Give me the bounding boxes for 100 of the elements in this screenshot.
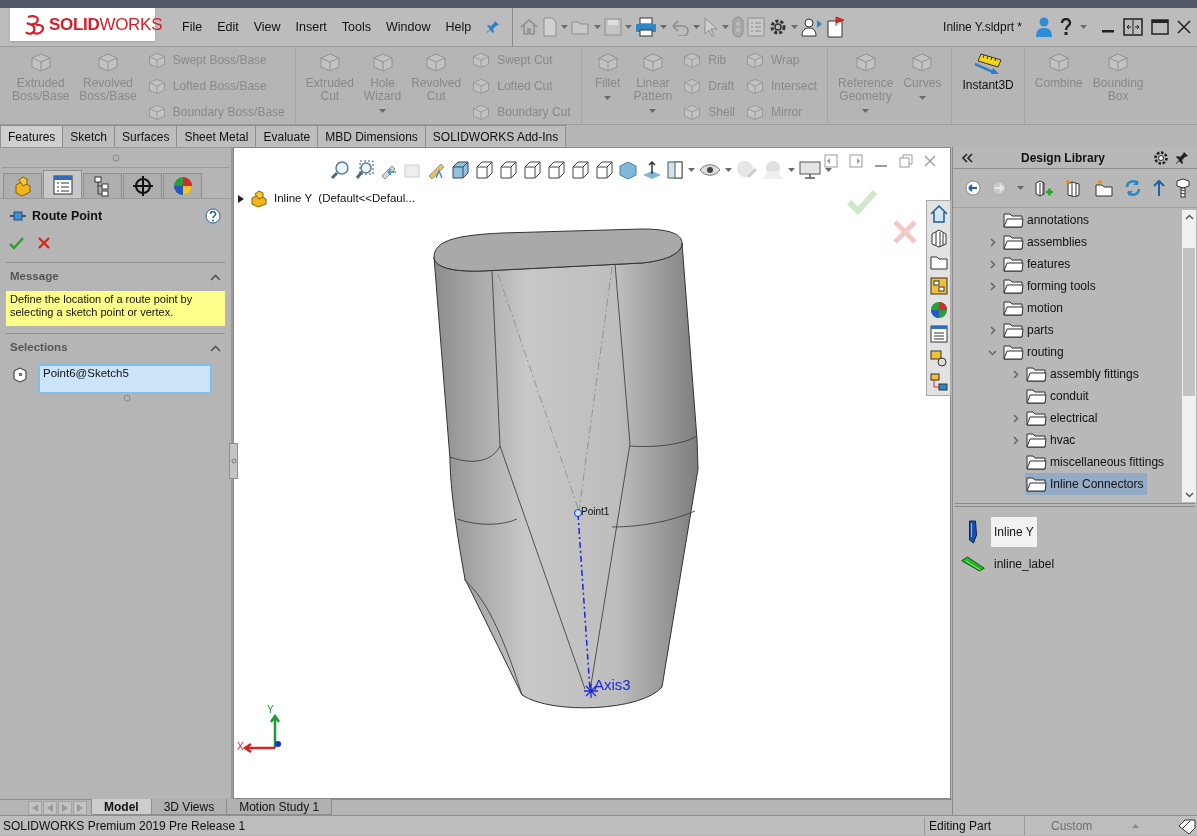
- pointer-icon[interactable]: [703, 17, 720, 37]
- scrollbar[interactable]: [1182, 210, 1196, 502]
- new-folder-icon[interactable]: [1094, 179, 1114, 197]
- folder-item[interactable]: motion: [1002, 297, 1068, 319]
- scrollbar-thumb[interactable]: [1183, 248, 1195, 396]
- menu-item[interactable]: Tools: [340, 17, 373, 37]
- tab[interactable]: Motion Study 1: [226, 799, 333, 815]
- tab[interactable]: 3D Views: [150, 799, 228, 815]
- dropdown-caret-icon[interactable]: [825, 168, 832, 172]
- help-icon[interactable]: [205, 208, 221, 224]
- chevron-up-icon[interactable]: [1184, 214, 1194, 220]
- monitor-icon[interactable]: [799, 160, 821, 180]
- cube-icon[interactable]: [594, 160, 614, 180]
- panel-tab[interactable]: [123, 173, 162, 198]
- dropdown-caret-icon[interactable]: [1017, 186, 1024, 190]
- home-icon[interactable]: [519, 17, 540, 37]
- chevron-icon[interactable]: [988, 281, 997, 291]
- chevron-icon[interactable]: [988, 347, 997, 357]
- folder-item[interactable]: forming tools: [1002, 275, 1100, 297]
- house-icon[interactable]: [928, 204, 949, 224]
- eye-icon[interactable]: [699, 163, 721, 177]
- folder-item[interactable]: conduit: [1025, 385, 1093, 407]
- tab[interactable]: SOLIDWORKS Add-Ins: [424, 125, 567, 147]
- zoom-fit-icon[interactable]: [330, 160, 350, 180]
- folder-item[interactable]: Inline Connectors: [1025, 473, 1148, 495]
- folder-item[interactable]: assemblies: [1002, 231, 1092, 253]
- checkmark-icon[interactable]: [9, 236, 24, 250]
- tab[interactable]: Evaluate: [255, 125, 319, 147]
- menu-item[interactable]: Help: [444, 17, 473, 37]
- cube-icon[interactable]: [522, 160, 542, 180]
- add-to-library-icon[interactable]: [1034, 179, 1054, 197]
- tag-icon[interactable]: [1177, 817, 1197, 834]
- folder-item[interactable]: hvac: [1025, 429, 1080, 451]
- menu-item[interactable]: View: [252, 17, 282, 37]
- dropdown-caret-icon[interactable]: [625, 25, 633, 29]
- tab[interactable]: Sketch: [62, 125, 116, 147]
- chevron-icon[interactable]: [210, 344, 221, 352]
- cube-icon[interactable]: [474, 160, 494, 180]
- grip-icon[interactable]: [230, 458, 237, 464]
- tab[interactable]: Features: [0, 125, 64, 147]
- gears-icon[interactable]: [928, 348, 949, 368]
- chevron-down-icon[interactable]: [1184, 492, 1194, 498]
- tile-right-icon[interactable]: [849, 154, 863, 168]
- grip-icon[interactable]: [111, 153, 120, 162]
- user-arrow-icon[interactable]: [801, 16, 824, 38]
- maximize-icon[interactable]: [1151, 19, 1169, 35]
- up-arrow-icon[interactable]: [1152, 179, 1166, 197]
- new-document-icon[interactable]: [542, 17, 559, 37]
- close-icon[interactable]: [1177, 20, 1191, 34]
- undo-icon[interactable]: [670, 18, 691, 36]
- user-icon[interactable]: [1036, 16, 1052, 38]
- color-ball-icon[interactable]: [928, 300, 949, 320]
- display-style-icon[interactable]: [666, 160, 684, 180]
- grip-icon[interactable]: [122, 394, 131, 402]
- menu-item[interactable]: Insert: [294, 17, 328, 37]
- folder-item[interactable]: parts: [1002, 319, 1058, 341]
- printer-icon[interactable]: [635, 17, 658, 37]
- selection-list[interactable]: Point6@Sketch5: [38, 364, 212, 394]
- chevron-icon[interactable]: [1011, 435, 1020, 445]
- folder-item[interactable]: electrical: [1025, 407, 1102, 429]
- library-item[interactable]: inline_label: [991, 549, 1058, 579]
- dropdown-caret-icon[interactable]: [660, 25, 668, 29]
- menu-item[interactable]: Window: [385, 17, 432, 37]
- dropdown-caret-icon[interactable]: [1080, 25, 1087, 29]
- settings-icon[interactable]: [1153, 149, 1169, 166]
- part-icon[interactable]: [250, 190, 268, 208]
- chevron-icon[interactable]: [988, 325, 997, 335]
- restore-icon[interactable]: [899, 154, 913, 168]
- palette-icon[interactable]: [928, 276, 949, 296]
- list-icon[interactable]: [928, 324, 949, 344]
- folder-item[interactable]: features: [1002, 253, 1075, 275]
- save-icon[interactable]: [604, 18, 623, 36]
- refresh-icon[interactable]: [1124, 179, 1142, 197]
- dropdown-caret-icon[interactable]: [688, 168, 695, 172]
- cube-icon[interactable]: [450, 160, 470, 180]
- cube-icon[interactable]: [570, 160, 590, 180]
- library-item[interactable]: Inline Y: [991, 517, 1037, 547]
- tab[interactable]: Surfaces: [114, 125, 178, 147]
- tile-icon[interactable]: [1123, 18, 1143, 36]
- folder-item[interactable]: miscellaneous fittings: [1025, 451, 1169, 473]
- normal-to-icon[interactable]: [642, 160, 662, 180]
- chevron-icon[interactable]: [210, 273, 221, 281]
- bolt-icon[interactable]: [1176, 178, 1190, 198]
- zoom-area-icon[interactable]: [354, 160, 374, 180]
- tile-left-icon[interactable]: [824, 154, 838, 168]
- cube-icon[interactable]: [498, 160, 518, 180]
- dropdown-caret-icon[interactable]: [791, 25, 799, 29]
- tab[interactable]: Model: [91, 799, 152, 815]
- menu-item[interactable]: File: [181, 17, 204, 37]
- dropdown-caret-icon[interactable]: [788, 168, 795, 172]
- dropdown-caret-icon[interactable]: [594, 25, 602, 29]
- dropdown-caret-icon[interactable]: [693, 25, 701, 29]
- dropdown-caret-icon[interactable]: [561, 25, 569, 29]
- collapse-icon[interactable]: [961, 152, 973, 163]
- splitter-handle[interactable]: [229, 443, 238, 479]
- chevron-icon[interactable]: [1011, 413, 1020, 423]
- chevron-icon[interactable]: [988, 237, 997, 247]
- dropdown-caret-icon[interactable]: [725, 168, 732, 172]
- tab[interactable]: Sheet Metal: [176, 125, 257, 147]
- folder-item[interactable]: annotations: [1002, 209, 1094, 231]
